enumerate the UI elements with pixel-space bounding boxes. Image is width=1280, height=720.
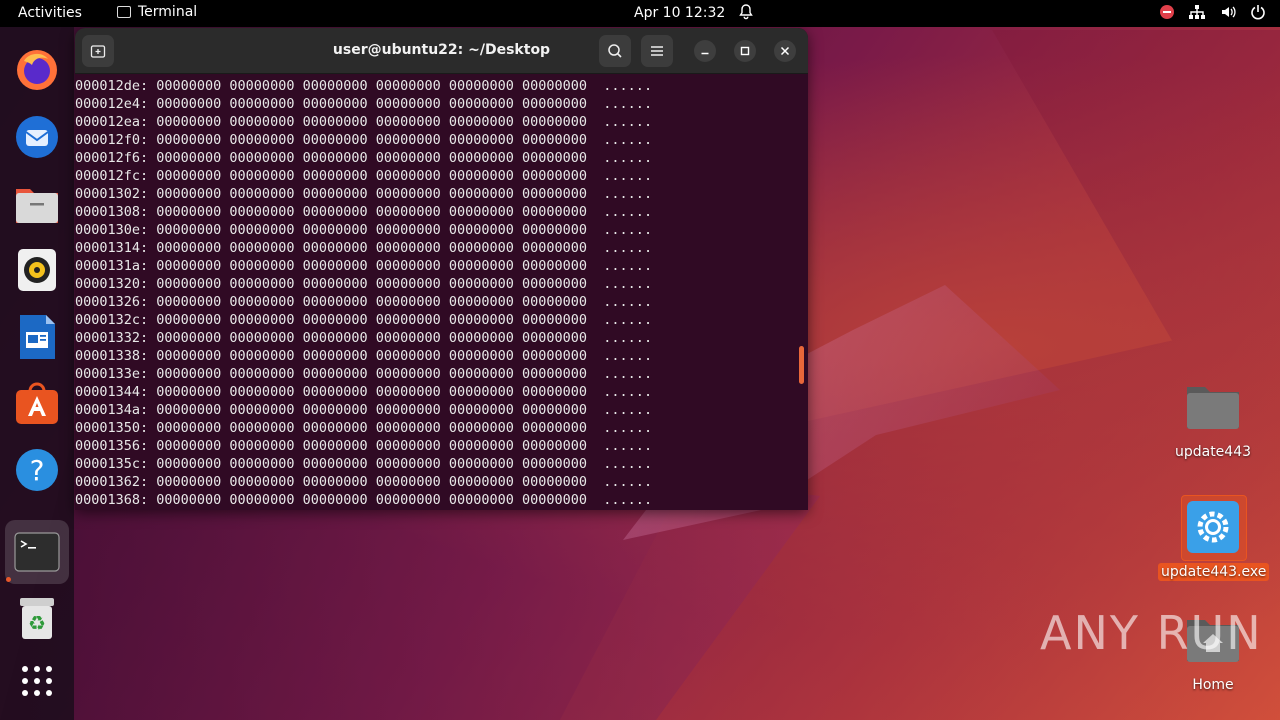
search-icon [608,44,622,58]
terminal-line: 0000131a: 00000000 00000000 00000000 000… [75,258,653,274]
terminal-window[interactable]: user@ubuntu22: ~/Desktop 000012de: 00000… [75,28,808,510]
terminal-line: 0000132c: 00000000 00000000 00000000 000… [75,312,653,328]
system-status-area[interactable] [1160,4,1266,20]
maximize-button[interactable] [734,40,756,62]
watermark: ANY RUN [1040,606,1263,660]
desktop-icon-folder[interactable]: update443 [1158,383,1268,461]
terminal-header-bar[interactable]: user@ubuntu22: ~/Desktop [75,28,808,74]
terminal-line: 00001350: 00000000 00000000 00000000 000… [75,420,653,436]
dock-item-thunderbird[interactable] [11,111,63,163]
desktop-icon-exe[interactable]: update443.exe [1158,499,1270,581]
app-menu-label: Terminal [138,4,198,20]
close-button[interactable] [774,40,796,62]
dock-item-app-center[interactable] [11,377,63,429]
terminal-line: 00001302: 00000000 00000000 00000000 000… [75,186,653,202]
svg-text:♻: ♻ [28,611,46,635]
running-indicator [6,577,11,582]
terminal-line: 0000134a: 00000000 00000000 00000000 000… [75,402,653,418]
terminal-line: 000012f6: 00000000 00000000 00000000 000… [75,150,653,166]
terminal-line: 000012f0: 00000000 00000000 00000000 000… [75,132,653,148]
trash-icon: ♻ [20,598,54,639]
terminal-line: 00001332: 00000000 00000000 00000000 000… [75,330,653,346]
terminal-line: 00001314: 00000000 00000000 00000000 000… [75,240,653,256]
menu-button[interactable] [641,35,673,67]
files-icon [16,189,58,223]
close-icon [780,46,790,56]
terminal-line: 000012ea: 00000000 00000000 00000000 000… [75,114,653,130]
volume-icon [1222,6,1236,18]
folder-icon [1187,387,1239,429]
firefox-icon [17,50,57,90]
app-grid-icon [22,666,52,696]
terminal-line: 00001356: 00000000 00000000 00000000 000… [75,438,653,454]
hamburger-menu-icon [651,46,663,56]
terminal-line: 0000133e: 00000000 00000000 00000000 000… [75,366,653,382]
terminal-line: 00001320: 00000000 00000000 00000000 000… [75,276,653,292]
power-icon [1251,5,1265,20]
rhythmbox-icon [18,249,56,291]
executable-gear-icon [1187,501,1239,553]
terminal-icon [117,6,131,18]
app-center-icon [16,382,58,424]
terminal-icon [14,532,60,572]
dock: ? ♻ [0,27,74,720]
search-button[interactable] [599,35,631,67]
dock-item-firefox[interactable] [11,44,63,96]
minimize-button[interactable] [694,40,716,62]
app-menu[interactable]: Terminal [117,4,197,20]
dock-item-help[interactable]: ? [11,444,63,496]
dock-item-trash[interactable]: ♻ [11,592,63,644]
terminal-line: 000012e4: 00000000 00000000 00000000 000… [75,96,653,112]
terminal-line: 00001338: 00000000 00000000 00000000 000… [75,348,653,364]
terminal-line: 0000130e: 00000000 00000000 00000000 000… [75,222,653,238]
terminal-line: 00001362: 00000000 00000000 00000000 000… [75,474,653,490]
terminal-line: 00001326: 00000000 00000000 00000000 000… [75,294,653,310]
clock[interactable]: Apr 10 12:32 [634,5,725,21]
dock-item-rhythmbox[interactable] [11,244,63,296]
terminal-output[interactable]: 000012de: 00000000 00000000 00000000 000… [75,73,808,510]
terminal-line: 00001344: 00000000 00000000 00000000 000… [75,384,653,400]
maximize-icon [740,46,750,56]
help-icon: ? [16,449,58,491]
scrollbar-thumb[interactable] [799,346,804,384]
activities-button[interactable]: Activities [18,5,82,21]
do-not-disturb-icon [1160,5,1174,19]
terminal-line: 0000135c: 00000000 00000000 00000000 000… [75,456,653,472]
minimize-icon [701,52,709,55]
terminal-line: 000012de: 00000000 00000000 00000000 000… [75,78,653,94]
terminal-line: 00001308: 00000000 00000000 00000000 000… [75,204,653,220]
dock-item-files[interactable] [11,178,63,230]
notification-bell-icon[interactable] [739,4,753,20]
svg-text:?: ? [30,454,45,487]
dock-item-show-apps[interactable] [11,655,63,707]
thunderbird-icon [16,116,58,158]
writer-icon [20,315,55,359]
desktop-icon-label: update443 [1174,444,1252,460]
dock-item-terminal[interactable] [5,520,69,584]
desktop-icon-label: update443.exe [1158,563,1270,581]
desktop-icon-label: Home [1192,677,1234,693]
dock-item-writer[interactable] [11,311,63,363]
terminal-line: 00001368: 00000000 00000000 00000000 000… [75,492,653,508]
network-icon [1189,5,1205,19]
top-bar: Activities Terminal Apr 10 12:32 [0,0,1280,27]
terminal-line: 000012fc: 00000000 00000000 00000000 000… [75,168,653,184]
